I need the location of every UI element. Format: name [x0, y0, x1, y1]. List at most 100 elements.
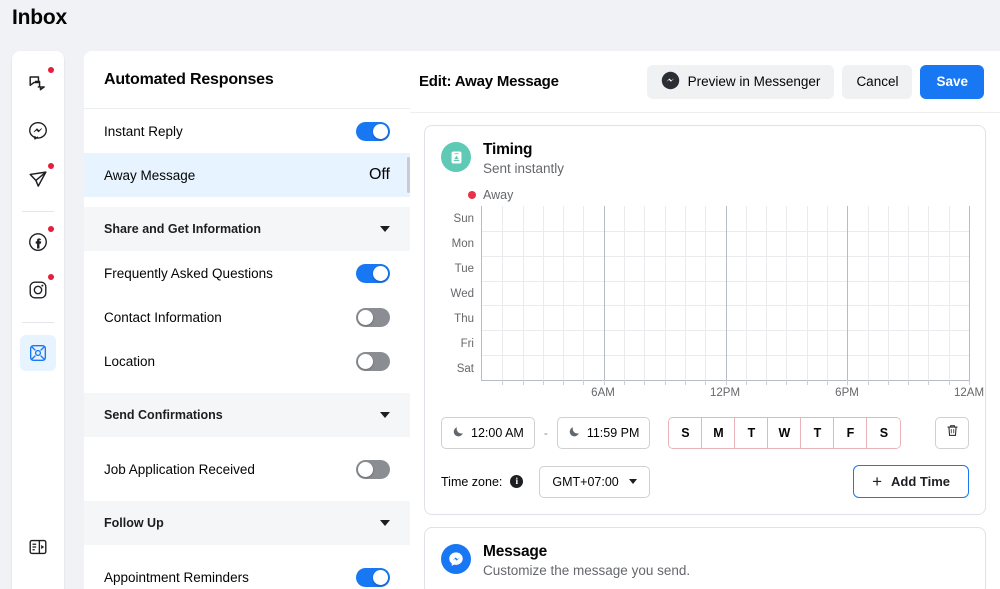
preview-in-messenger-button[interactable]: Preview in Messenger — [646, 64, 835, 99]
timing-card-header: Timing Sent instantly — [441, 140, 969, 176]
plus-icon: + — [872, 472, 882, 491]
group-send-confirmations[interactable]: Send Confirmations — [84, 393, 410, 437]
facebook-icon — [27, 231, 49, 253]
chevron-down-icon — [628, 479, 637, 484]
faq-toggle[interactable] — [356, 263, 390, 283]
notification-badge — [48, 274, 54, 280]
list-spacer — [84, 437, 410, 447]
grid-vline — [684, 206, 686, 380]
day-toggle-0[interactable]: S — [669, 418, 703, 448]
list-item-frequently-asked-questions[interactable]: Frequently Asked Questions — [84, 251, 410, 295]
save-button[interactable]: Save — [920, 64, 984, 99]
toggle-knob — [373, 265, 388, 281]
automated-responses-panel: Automated Responses Instant Reply Away M… — [84, 51, 410, 589]
grid-vline — [826, 206, 828, 380]
end-time-input[interactable]: 11:59 PM — [556, 417, 651, 449]
schedule-day-label: Mon — [451, 237, 474, 250]
location-toggle[interactable] — [356, 351, 390, 371]
start-time-input[interactable]: 12:00 AM — [441, 417, 535, 449]
list-item-label: Location — [104, 353, 156, 369]
schedule-canvas[interactable] — [481, 206, 970, 385]
x-axis-tick-label: 6PM — [835, 387, 859, 399]
end-time-value: 11:59 PM — [586, 426, 640, 440]
x-axis-tick-label: 12PM — [709, 387, 741, 399]
schedule-plot-area[interactable]: 6AM 12PM 6PM 12AM — [481, 206, 984, 401]
day-toggle-4[interactable]: T — [801, 418, 835, 448]
group-share-and-get-information[interactable]: Share and Get Information — [84, 207, 410, 251]
rail-item-panel-toggle[interactable] — [20, 531, 56, 567]
day-toggle-3[interactable]: W — [768, 418, 802, 448]
rail-item-facebook[interactable] — [20, 224, 56, 260]
cancel-button[interactable]: Cancel — [842, 64, 913, 99]
rail-item-send[interactable] — [20, 161, 56, 197]
grid-vline — [908, 206, 910, 380]
schedule-day-label: Tue — [454, 262, 474, 275]
day-toggle-5[interactable]: F — [834, 418, 868, 448]
list-item-label: Job Application Received — [104, 461, 255, 477]
grid-tick — [969, 380, 970, 385]
list-item-label: Frequently Asked Questions — [104, 265, 273, 281]
job-application-toggle[interactable] — [356, 459, 390, 479]
moon-icon — [568, 425, 581, 441]
chevron-down-icon — [380, 520, 390, 526]
editor-body: Timing Sent instantly Away Sun Mon Tue Wed T… — [410, 113, 1000, 589]
rail-item-automation[interactable] — [20, 335, 56, 371]
list-item-away-message[interactable]: Away Message Off — [84, 153, 410, 197]
panel-title: Automated Responses — [84, 51, 410, 109]
day-toggle-1[interactable]: M — [702, 418, 736, 448]
list-item-instant-reply[interactable]: Instant Reply — [84, 109, 410, 153]
grid-vline — [583, 206, 585, 380]
list-item-location[interactable]: Location — [84, 339, 410, 383]
time-range-dash: - — [543, 426, 548, 440]
day-toggle-2[interactable]: T — [735, 418, 769, 448]
grid-vline — [542, 206, 544, 380]
grid-vline — [867, 206, 869, 380]
rail-item-instagram[interactable] — [20, 272, 56, 308]
list-item-label: Contact Information — [104, 309, 222, 325]
rail-item-messenger[interactable] — [20, 113, 56, 149]
message-card-header: Message Customize the message you send. — [441, 542, 969, 578]
list-item-job-application-received[interactable]: Job Application Received — [84, 447, 410, 491]
chevron-down-icon — [380, 226, 390, 232]
day-of-week-picker[interactable]: SMTWTFS — [668, 417, 902, 449]
group-follow-up[interactable]: Follow Up — [84, 501, 410, 545]
group-label: Share and Get Information — [104, 222, 261, 236]
add-time-button[interactable]: + Add Time — [853, 465, 969, 498]
chevron-down-icon — [380, 412, 390, 418]
schedule-day-label: Fri — [460, 337, 474, 350]
toggle-knob — [358, 353, 373, 369]
grid-vline — [887, 206, 889, 380]
schedule-grid: Sun Mon Tue Wed Thu Fri Sat 6AM 12PM 6PM 12AM — [441, 206, 984, 401]
rail-divider — [22, 322, 54, 323]
legend-dot-away-icon — [468, 191, 476, 199]
grid-vline — [664, 206, 666, 380]
grid-vline — [563, 206, 565, 380]
day-toggle-6[interactable]: S — [867, 418, 901, 448]
info-icon[interactable]: i — [510, 475, 524, 488]
contact-information-toggle[interactable] — [356, 307, 390, 327]
appointment-reminders-toggle[interactable] — [356, 567, 390, 587]
grid-vline-major — [725, 206, 727, 380]
start-time-value: 12:00 AM — [471, 426, 524, 440]
grid-vline — [928, 206, 930, 380]
message-card[interactable]: Message Customize the message you send. — [424, 527, 986, 589]
x-axis-tick-label: 12AM — [953, 387, 985, 399]
schedule-day-label: Thu — [454, 312, 474, 325]
list-item-contact-information[interactable]: Contact Information — [84, 295, 410, 339]
grid-vline — [745, 206, 747, 380]
panel-layout-icon — [27, 536, 49, 563]
delete-schedule-button[interactable] — [935, 417, 969, 449]
rail-item-chat-bubbles[interactable] — [20, 65, 56, 101]
automation-atom-icon — [27, 342, 49, 364]
toggle-knob — [373, 123, 388, 139]
grid-vline — [502, 206, 504, 380]
timezone-select[interactable]: GMT+07:00 — [539, 465, 650, 498]
time-range-row: 12:00 AM - 11:59 PM SMTWTFS — [441, 417, 969, 449]
editor-header: Edit: Away Message Preview in Messenger … — [410, 51, 1000, 113]
list-item-appointment-reminders[interactable]: Appointment Reminders — [84, 555, 410, 589]
grid-vline — [705, 206, 707, 380]
toggle-knob — [373, 569, 388, 585]
instant-reply-toggle[interactable] — [356, 121, 390, 141]
trash-icon — [945, 423, 960, 443]
schedule-x-axis: 6AM 12PM 6PM 12AM — [481, 381, 984, 401]
